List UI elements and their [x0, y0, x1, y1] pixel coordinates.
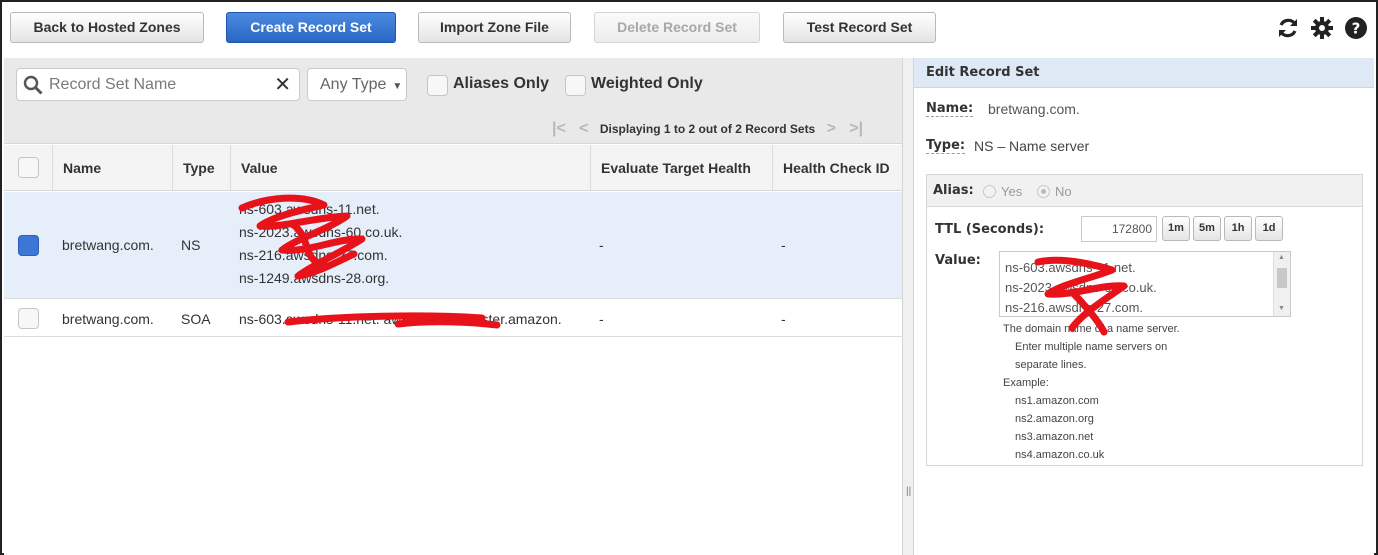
next-page-icon[interactable]: >	[827, 120, 836, 137]
alias-no-label: No	[1055, 184, 1072, 199]
column-value[interactable]: Value	[230, 145, 590, 191]
test-record-set-button[interactable]: Test Record Set	[783, 12, 936, 43]
search-box: ✕	[16, 68, 300, 101]
ttl-1m-button[interactable]: 1m	[1162, 216, 1190, 241]
record-details-box: Alias: Yes No TTL (Seconds): 1m 5m 1h 1d…	[926, 174, 1363, 466]
value-label: Value:	[935, 253, 981, 268]
chevron-down-icon: ▼	[392, 81, 403, 92]
row-checkbox[interactable]	[18, 308, 39, 329]
pagination: |< < Displaying 1 to 2 out of 2 Record S…	[552, 120, 863, 138]
filter-bar: ✕ Any Type ▼ Aliases Only Weighted Only |…	[4, 58, 902, 144]
record-set-name-input[interactable]	[47, 73, 271, 97]
help-line: Enter multiple name servers on	[1015, 341, 1168, 353]
edit-panel-title: Edit Record Set	[914, 58, 1374, 88]
value-textarea[interactable]: ns-603.awsdns-11.net. ns-2023.awsdns-60.…	[999, 251, 1291, 317]
value-line: ns-603.awsdns-11.net.	[1005, 260, 1136, 275]
splitter-grip-icon[interactable]: ||	[906, 486, 911, 497]
weighted-only-checkbox[interactable]	[565, 75, 586, 96]
ttl-1h-button[interactable]: 1h	[1224, 216, 1252, 241]
alias-no-radio[interactable]	[1037, 185, 1050, 198]
gear-icon[interactable]	[1310, 16, 1334, 40]
row-value-line: ns-1249.awsdns-28.org.	[239, 270, 390, 286]
row-health-check-id: -	[781, 237, 786, 253]
alias-yes-radio[interactable]	[983, 185, 996, 198]
scroll-thumb[interactable]	[1277, 268, 1287, 288]
row-health-check-id: -	[781, 311, 786, 327]
aliases-only-checkbox[interactable]	[427, 75, 448, 96]
row-checkbox[interactable]	[18, 235, 39, 256]
prev-page-icon[interactable]: <	[579, 120, 588, 137]
value-help-text: The domain name of a name server. Enter …	[1003, 320, 1180, 464]
scroll-up-icon[interactable]: ▲	[1278, 254, 1285, 261]
type-select[interactable]: Any Type ▼	[307, 68, 407, 101]
row-type: NS	[181, 237, 201, 253]
textarea-scrollbar[interactable]: ▲ ▼	[1273, 252, 1290, 316]
import-zone-file-button[interactable]: Import Zone File	[418, 12, 571, 43]
delete-record-set-button[interactable]: Delete Record Set	[594, 12, 760, 43]
pagination-text: Displaying 1 to 2 out of 2 Record Sets	[599, 122, 816, 136]
column-evaluate-target-health[interactable]: Evaluate Target Health	[590, 145, 772, 191]
help-line: separate lines.	[1015, 359, 1087, 371]
first-page-icon[interactable]: |<	[552, 120, 566, 137]
row-value-line: ns-2023.awsdns-60.co.uk.	[239, 224, 403, 240]
scroll-down-icon[interactable]: ▼	[1278, 305, 1285, 312]
toolbar-icons: ?	[1276, 16, 1368, 40]
alias-label: Alias:	[933, 183, 974, 198]
type-select-value: Any Type	[320, 76, 387, 93]
search-icon	[23, 75, 43, 95]
name-label: Name:	[926, 101, 974, 117]
app-window: Back to Hosted Zones Create Record Set I…	[0, 0, 1378, 555]
select-all-checkbox[interactable]	[18, 157, 39, 178]
row-value: ns-603.awsdns-11.net. awsdns-hostmaster.…	[239, 311, 562, 327]
help-line: ns1.amazon.com	[1015, 395, 1099, 407]
row-evaluate-target-health: -	[599, 237, 604, 253]
panel-splitter[interactable]: ||	[902, 58, 914, 555]
name-value: bretwang.com.	[988, 101, 1080, 117]
alias-yes-label: Yes	[1001, 184, 1023, 199]
row-type: SOA	[181, 311, 211, 327]
table-row[interactable]: bretwang.com. SOA ns-603.awsdns-11.net. …	[4, 299, 902, 337]
table-row[interactable]: bretwang.com. NS ns-603.awsdns-11.net. n…	[4, 192, 902, 299]
type-label: Type:	[926, 138, 966, 154]
type-value: NS – Name server	[974, 138, 1090, 154]
last-page-icon[interactable]: >|	[849, 120, 863, 137]
help-line: ns2.amazon.org	[1015, 413, 1094, 425]
clear-search-icon[interactable]: ✕	[274, 73, 291, 97]
value-line: ns-216.awsdns-27.com.	[1005, 300, 1144, 315]
alias-row: Alias: Yes No	[927, 175, 1362, 207]
help-line: ns4.amazon.co.uk	[1015, 449, 1105, 461]
help-line: Example:	[1003, 377, 1049, 389]
toolbar: Back to Hosted Zones Create Record Set I…	[2, 2, 1376, 54]
svg-text:?: ?	[1352, 20, 1361, 38]
refresh-icon[interactable]	[1276, 16, 1300, 40]
column-name[interactable]: Name	[52, 145, 172, 191]
record-sets-panel: ✕ Any Type ▼ Aliases Only Weighted Only |…	[4, 58, 902, 555]
create-record-set-button[interactable]: Create Record Set	[226, 12, 396, 43]
weighted-only-label: Weighted Only	[591, 75, 703, 92]
column-health-check-id[interactable]: Health Check ID	[772, 145, 902, 191]
ttl-input[interactable]	[1081, 216, 1157, 242]
help-line: ns3.amazon.net	[1015, 431, 1094, 443]
row-value: ns-603.awsdns-11.net. ns-2023.awsdns-60.…	[239, 198, 402, 290]
back-to-hosted-zones-button[interactable]: Back to Hosted Zones	[10, 12, 204, 43]
row-value-line: ns-603.awsdns-11.net.	[239, 201, 380, 217]
row-evaluate-target-health: -	[599, 311, 604, 327]
help-line: The domain name of a name server.	[1003, 323, 1180, 335]
ttl-label: TTL (Seconds):	[935, 222, 1045, 237]
column-type[interactable]: Type	[172, 145, 230, 191]
value-line: ns-2023.awsdns-60.co.uk.	[1005, 280, 1157, 295]
edit-record-set-panel: Edit Record Set Name: bretwang.com. Type…	[914, 58, 1374, 555]
help-icon[interactable]: ?	[1344, 16, 1368, 40]
row-name: bretwang.com.	[62, 311, 154, 327]
row-value-line: ns-216.awsdns-27.com.	[239, 247, 388, 263]
row-name: bretwang.com.	[62, 237, 154, 253]
table-header: Name Type Value Evaluate Target Health H…	[4, 145, 902, 191]
ttl-1d-button[interactable]: 1d	[1255, 216, 1283, 241]
aliases-only-label: Aliases Only	[453, 75, 550, 92]
ttl-5m-button[interactable]: 5m	[1193, 216, 1221, 241]
